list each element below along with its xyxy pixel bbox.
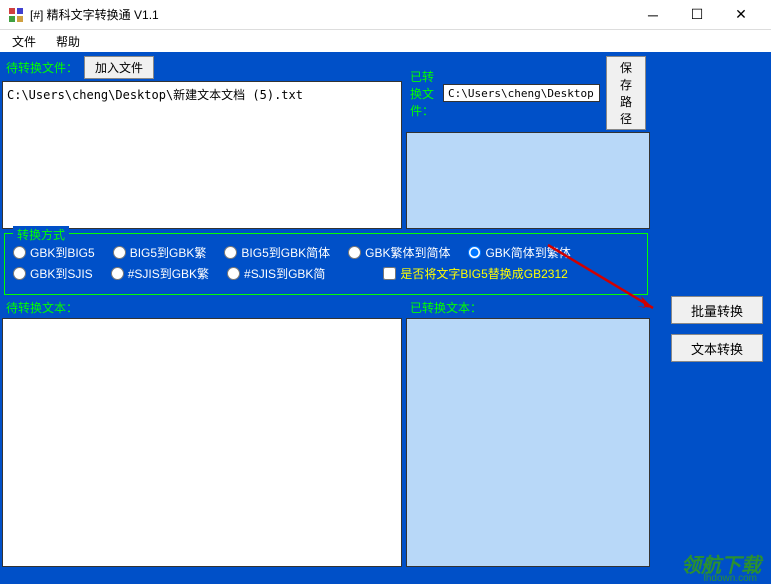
radio-big5-gbkfan[interactable]: BIG5到GBK繁	[113, 244, 207, 261]
menu-file[interactable]: 文件	[8, 31, 40, 52]
pending-files-label: 待转换文件：	[6, 59, 78, 76]
done-text-pane: 已转换文本：	[406, 297, 650, 567]
window-title: [#] 精科文字转换通 V1.1	[30, 6, 631, 23]
radio-gbkfan-jian[interactable]: GBK繁体到简体	[348, 244, 450, 261]
save-path-input[interactable]	[443, 84, 600, 102]
radio-gbk-sjis[interactable]: GBK到SJIS	[13, 265, 93, 282]
radio-gbk-big5[interactable]: GBK到BIG5	[13, 244, 95, 261]
done-files-list[interactable]	[406, 132, 650, 229]
client-area: 待转换文件： 加入文件 C:\Users\cheng\Desktop\新建文本文…	[0, 52, 771, 584]
done-text-area[interactable]	[406, 318, 650, 567]
radio-gbkjian-fan[interactable]: GBK简体到繁体	[468, 244, 570, 261]
done-files-pane: 已转换文件： 保存路径	[406, 54, 650, 229]
add-file-button[interactable]: 加入文件	[84, 56, 154, 79]
pending-text-area[interactable]	[2, 318, 402, 567]
convert-mode-title: 转换方式	[13, 226, 69, 243]
radio-sjis-gbkjian[interactable]: #SJIS到GBK简	[227, 265, 325, 282]
pending-text-pane: 待转换文本：	[2, 297, 402, 567]
maximize-button[interactable]: ☐	[675, 1, 719, 29]
app-window: [#] 精科文字转换通 V1.1 ─ ☐ ✕ 文件 帮助 待转换文件： 加入文件…	[0, 0, 771, 584]
app-icon	[8, 7, 24, 23]
menubar: 文件 帮助	[0, 30, 771, 52]
pending-text-label: 待转换文本：	[6, 299, 78, 316]
batch-convert-button[interactable]: 批量转换	[671, 296, 763, 324]
menu-help[interactable]: 帮助	[52, 31, 84, 52]
radio-sjis-gbkfan[interactable]: #SJIS到GBK繁	[111, 265, 209, 282]
watermark-url: lhdown.com	[704, 573, 757, 584]
text-convert-button[interactable]: 文本转换	[671, 334, 763, 362]
save-path-button[interactable]: 保存路径	[606, 56, 646, 130]
titlebar: [#] 精科文字转换通 V1.1 ─ ☐ ✕	[0, 0, 771, 30]
radio-big5-gbkjian[interactable]: BIG5到GBK简体	[224, 244, 330, 261]
close-button[interactable]: ✕	[719, 1, 763, 29]
checkbox-big5-gb2312[interactable]: 是否将文字BIG5替换成GB2312	[383, 265, 567, 282]
side-buttons: 批量转换 文本转换	[671, 296, 763, 362]
done-files-label: 已转换文件：	[410, 68, 437, 119]
window-controls: ─ ☐ ✕	[631, 1, 763, 29]
pending-files-pane: 待转换文件： 加入文件 C:\Users\cheng\Desktop\新建文本文…	[2, 54, 402, 229]
pending-files-list[interactable]: C:\Users\cheng\Desktop\新建文本文档 (5).txt	[2, 81, 402, 229]
convert-mode-group: 转换方式 GBK到BIG5 BIG5到GBK繁 BIG5到GBK简体 GBK繁体…	[4, 233, 648, 295]
done-text-label: 已转换文本：	[410, 299, 482, 316]
minimize-button[interactable]: ─	[631, 1, 675, 29]
